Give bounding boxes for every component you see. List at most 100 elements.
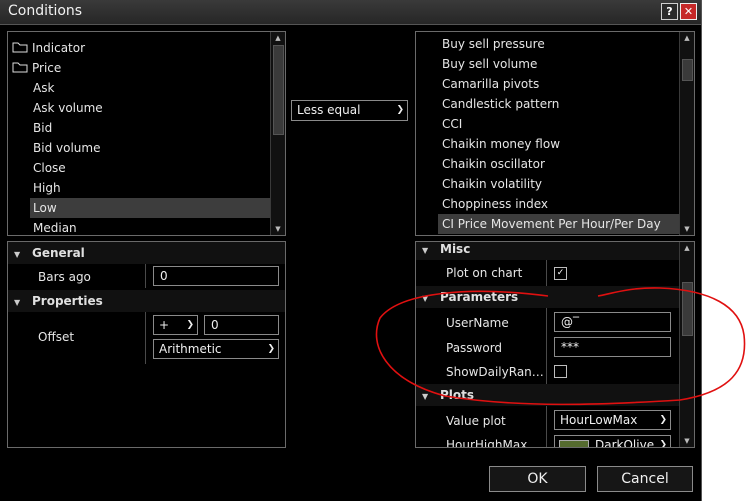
collapse-triangle-icon[interactable]: ▼: [14, 292, 22, 314]
tree-folder-item[interactable]: Price: [12, 58, 267, 78]
parameters-label: Parameters: [440, 290, 519, 304]
scroll-down-arrow-icon[interactable]: ▼: [680, 435, 694, 447]
indicator-list-item[interactable]: Chaikin oscillator: [438, 154, 679, 174]
indicator-list-item[interactable]: Candlestick pattern: [438, 94, 679, 114]
collapse-triangle-icon[interactable]: ▼: [14, 244, 22, 266]
offset-sign-value: +: [159, 318, 170, 332]
indicator-list-item[interactable]: Buy sell pressure: [438, 34, 679, 54]
indicator-list-label: Choppiness index: [442, 197, 549, 211]
collapse-triangle-icon[interactable]: ▼: [422, 386, 430, 408]
background-area: [702, 0, 747, 501]
scroll-down-arrow-icon[interactable]: ▼: [271, 223, 285, 235]
indicator-list-item[interactable]: Chaikin volatility: [438, 174, 679, 194]
bars-ago-label: Bars ago: [38, 270, 91, 284]
chevron-down-icon: ❯: [396, 105, 404, 115]
general-label: General: [32, 246, 85, 260]
right-list-scrollbar[interactable]: ▲ ▼: [679, 32, 694, 235]
offset-label: Offset: [38, 330, 75, 344]
password-label: Password: [446, 341, 503, 355]
offset-sign-select[interactable]: + ❯: [153, 315, 198, 335]
scroll-thumb[interactable]: [682, 59, 693, 81]
tree-folder-item[interactable]: Indicator: [12, 38, 267, 58]
indicator-list-item[interactable]: CCI: [438, 114, 679, 134]
category-general[interactable]: ▼ General: [8, 242, 285, 264]
grid-divider: [145, 312, 146, 364]
tree-item[interactable]: Bid: [30, 118, 272, 138]
category-plots[interactable]: ▼ Plots: [416, 384, 679, 406]
username-input[interactable]: @‾: [554, 312, 671, 332]
indicator-list-label: CI Price Movement Per Hour/Per Day: [442, 217, 661, 231]
password-input[interactable]: ***: [554, 337, 671, 357]
operator-select[interactable]: Less equal ❯: [291, 100, 408, 121]
indicator-list-item[interactable]: Buy sell volume: [438, 54, 679, 74]
chevron-down-icon: ❯: [659, 415, 667, 425]
category-parameters[interactable]: ▼ Parameters: [416, 286, 679, 308]
properties-scrollbar[interactable]: ▲ ▼: [679, 242, 694, 447]
tree-item-label: Indicator: [32, 41, 86, 55]
plot-on-chart-checkbox[interactable]: ✓: [554, 267, 567, 280]
username-label: UserName: [446, 316, 509, 330]
close-button[interactable]: ✕: [680, 3, 697, 20]
hour-high-color-value: DarkOlive…: [595, 438, 667, 448]
tree-item[interactable]: Low: [30, 198, 272, 218]
tree-item-label: Ask volume: [33, 101, 103, 115]
tree-item-label: Bid: [33, 121, 53, 135]
indicator-list-label: Chaikin volatility: [442, 177, 543, 191]
grid-divider: [145, 264, 146, 288]
indicator-list-label: Buy sell volume: [442, 57, 538, 71]
value-plot-value: HourLowMax: [560, 413, 638, 427]
left-tree-scrollbar[interactable]: ▲ ▼: [270, 32, 285, 235]
offset-value-input[interactable]: 0: [204, 315, 279, 335]
chevron-down-icon: ❯: [267, 344, 275, 354]
help-button[interactable]: ?: [661, 3, 678, 20]
grid-divider: [546, 260, 547, 286]
ok-button[interactable]: OK: [489, 466, 586, 492]
left-tree-panel: Indicator Price Ask Ask volume Bid Bid volume…: [7, 31, 286, 236]
offset-type-select[interactable]: Arithmetic ❯: [153, 339, 279, 359]
tree-item[interactable]: Ask volume: [30, 98, 272, 118]
category-properties[interactable]: ▼ Properties: [8, 290, 285, 312]
cancel-button[interactable]: Cancel: [597, 466, 693, 492]
indicator-list-item[interactable]: Camarilla pivots: [438, 74, 679, 94]
scroll-thumb[interactable]: [273, 45, 284, 135]
scroll-thumb[interactable]: [682, 282, 693, 336]
tree-item-label: Price: [32, 61, 62, 75]
scroll-up-arrow-icon[interactable]: ▲: [680, 242, 694, 254]
indicator-list-item[interactable]: Chaikin money flow: [438, 134, 679, 154]
bars-ago-input[interactable]: 0: [153, 266, 279, 286]
tree-item-label: High: [33, 181, 61, 195]
tree-item[interactable]: Bid volume: [30, 138, 272, 158]
properties-label: Properties: [32, 294, 103, 308]
chevron-down-icon: ❯: [186, 320, 194, 330]
window-title: Conditions: [8, 3, 83, 19]
chevron-down-icon: ❯: [659, 440, 667, 448]
right-properties-panel: ▼ Misc Plot on chart ✓ ▼ Parameters UserNa…: [415, 241, 695, 448]
indicator-list-item[interactable]: Choppiness index: [438, 194, 679, 214]
scroll-down-arrow-icon[interactable]: ▼: [680, 223, 694, 235]
plots-label: Plots: [440, 388, 475, 402]
misc-label: Misc: [440, 242, 471, 256]
tree-item[interactable]: Close: [30, 158, 272, 178]
offset-type-value: Arithmetic: [159, 342, 222, 356]
category-misc[interactable]: ▼ Misc: [416, 242, 679, 262]
show-daily-range-checkbox[interactable]: [554, 365, 567, 378]
tree-item[interactable]: High: [30, 178, 272, 198]
scroll-up-arrow-icon[interactable]: ▲: [271, 32, 285, 44]
hour-high-color-select[interactable]: DarkOlive… ❯: [554, 435, 671, 448]
tree-item-label: Median: [33, 221, 77, 235]
tree-item[interactable]: Median: [30, 218, 272, 235]
tree-item[interactable]: Ask: [30, 78, 272, 98]
tree-item-label: Ask: [33, 81, 55, 95]
title-bar[interactable]: Conditions ? ✕: [0, 0, 701, 25]
indicator-list-label: Candlestick pattern: [442, 97, 560, 111]
value-plot-select[interactable]: HourLowMax ❯: [554, 410, 671, 430]
left-properties-panel: ▼ General Bars ago 0 ▼ Properties Offset +…: [7, 241, 286, 448]
collapse-triangle-icon[interactable]: ▼: [422, 242, 430, 262]
conditions-dialog: Conditions ? ✕ Indicator Price Ask Ask volu…: [0, 0, 702, 501]
folder-icon: [12, 39, 28, 59]
indicator-list-label: Buy sell pressure: [442, 37, 545, 51]
indicator-list-label: Chaikin oscillator: [442, 157, 545, 171]
collapse-triangle-icon[interactable]: ▼: [422, 288, 430, 310]
indicator-list-item[interactable]: CI Price Movement Per Hour/Per Day: [438, 214, 679, 234]
scroll-up-arrow-icon[interactable]: ▲: [680, 32, 694, 44]
